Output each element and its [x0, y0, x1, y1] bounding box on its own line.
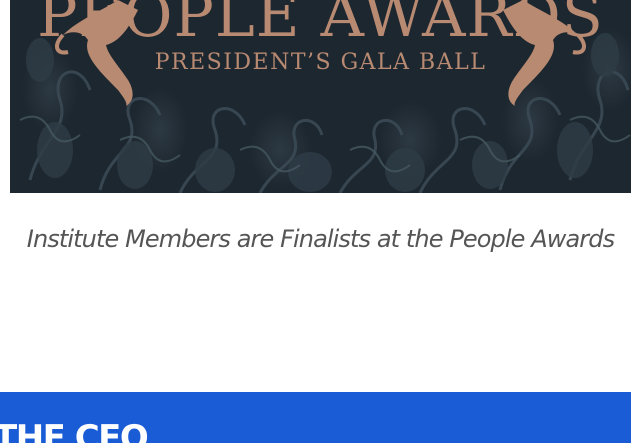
- article-caption-link[interactable]: Institute Members are Finalists at the P…: [10, 222, 631, 256]
- section-heading: THE CEO: [0, 418, 149, 443]
- page: PEOPLE AWARDS PRESIDENT’S GALA BALL Inst…: [0, 0, 631, 443]
- ceo-section-banner: THE CEO: [0, 392, 631, 443]
- people-awards-banner-image[interactable]: PEOPLE AWARDS PRESIDENT’S GALA BALL: [10, 0, 631, 193]
- banner-subtitle: PRESIDENT’S GALA BALL: [154, 50, 487, 75]
- banner-title: PEOPLE AWARDS: [37, 0, 604, 51]
